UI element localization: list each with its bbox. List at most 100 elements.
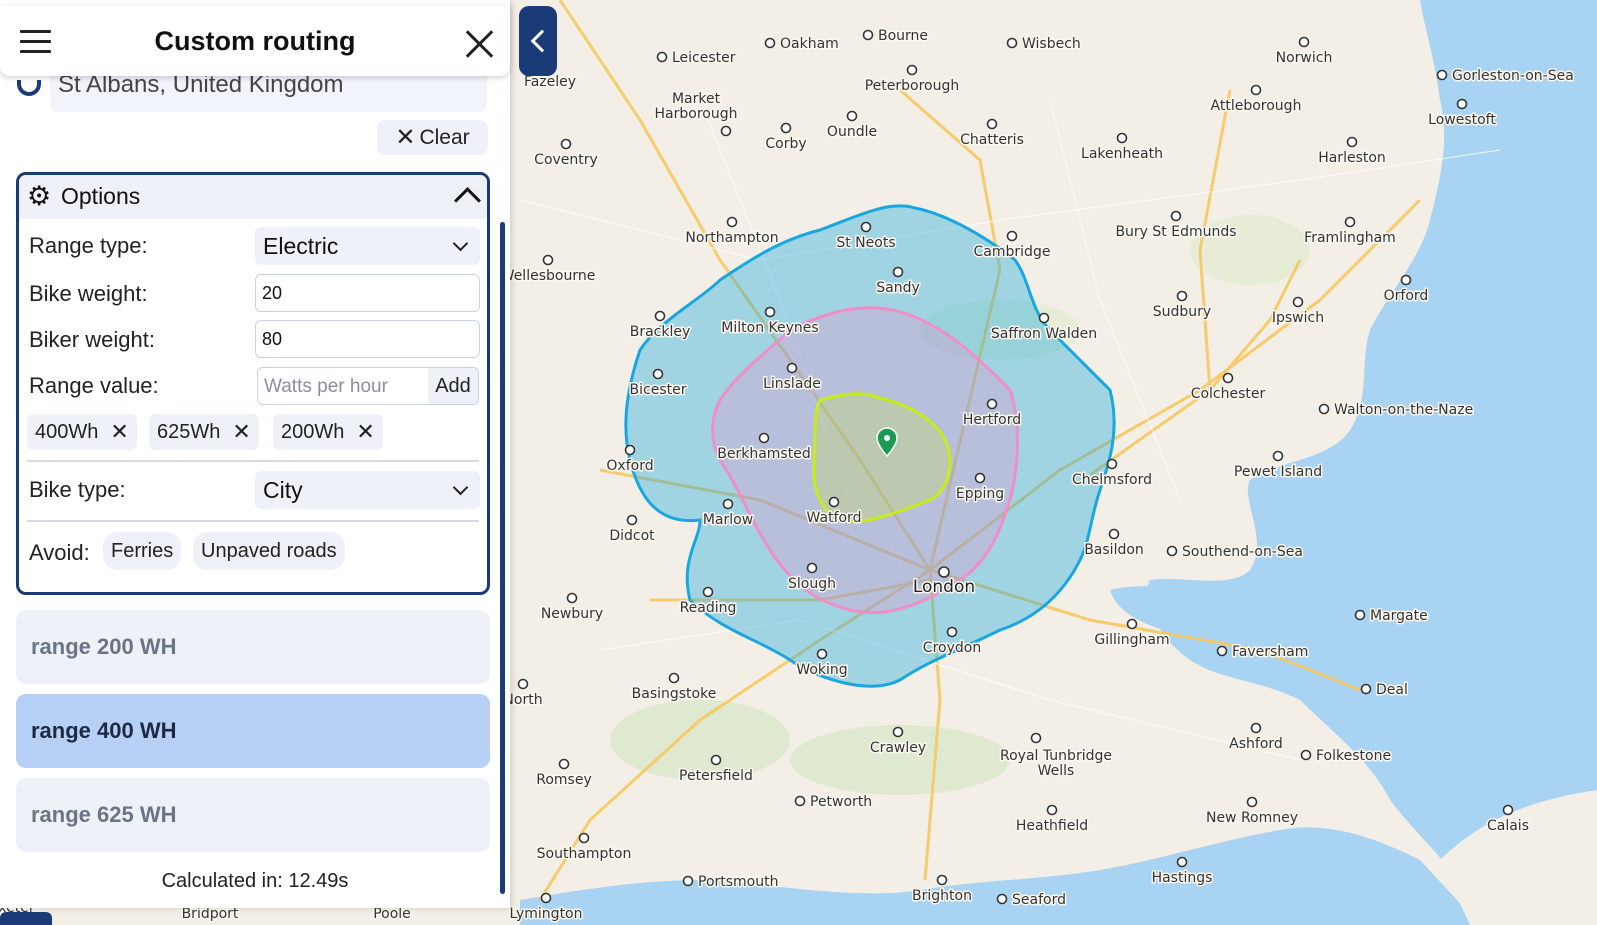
biker-weight-input[interactable]: 80 — [255, 320, 480, 358]
svg-text:Basildon: Basildon — [1084, 542, 1144, 558]
avoid-ferries-chip[interactable]: Ferries — [103, 532, 182, 570]
svg-text:Bourne: Bourne — [878, 28, 928, 44]
svg-text:Colchester: Colchester — [1191, 386, 1266, 402]
result-range-400[interactable]: range 400 WH — [16, 694, 490, 768]
range-value-label: Range value: — [29, 373, 159, 398]
svg-text:Saffron Walden: Saffron Walden — [991, 326, 1097, 342]
bottom-tab[interactable] — [0, 912, 52, 925]
svg-text:Slough: Slough — [788, 576, 836, 592]
svg-text:Norwich: Norwich — [1276, 50, 1333, 66]
map-place-portsmouth: Portsmouth — [682, 873, 780, 892]
svg-text:Wellesbourne: Wellesbourne — [501, 268, 596, 284]
svg-text:Woking: Woking — [796, 662, 847, 678]
svg-text:Oundle: Oundle — [827, 124, 877, 140]
calculation-time: Calculated in: 12.49s — [161, 870, 349, 892]
svg-text:Bicester: Bicester — [630, 382, 687, 398]
svg-text:Oxford: Oxford — [606, 458, 653, 474]
svg-text:Linslade: Linslade — [763, 376, 821, 392]
svg-text:Ipswich: Ipswich — [1272, 310, 1324, 326]
svg-text:Peterborough: Peterborough — [865, 78, 960, 94]
chevron-down-icon — [452, 235, 469, 252]
svg-text:Heathfield: Heathfield — [1016, 818, 1088, 834]
collapse-panel-button[interactable] — [519, 6, 557, 76]
svg-text:Ashford: Ashford — [1229, 736, 1283, 752]
svg-text:Basingstoke: Basingstoke — [632, 686, 717, 702]
range-value-placeholder: Watts per hour — [264, 376, 388, 397]
svg-text:Berkhamsted: Berkhamsted — [717, 446, 810, 462]
map-place-walton-on-the-naze: Walton-on-the-Naze — [1318, 401, 1475, 420]
svg-text:Faversham: Faversham — [1232, 644, 1308, 660]
svg-text:Coventry: Coventry — [534, 152, 598, 168]
avoid-unpaved-chip[interactable]: Unpaved roads — [193, 532, 345, 570]
bike-type-select[interactable]: City — [255, 471, 480, 509]
svg-text:Framlingham: Framlingham — [1304, 230, 1396, 246]
svg-text:Oakham: Oakham — [780, 36, 839, 52]
panel-header: Custom routing — [0, 6, 510, 76]
divider — [27, 460, 479, 462]
svg-text:Newbury: Newbury — [541, 606, 603, 622]
range-chip: 625Wh ✕ — [149, 414, 259, 450]
svg-text:Lakenheath: Lakenheath — [1081, 146, 1163, 162]
svg-text:Gorleston-on-Sea: Gorleston-on-Sea — [1452, 68, 1574, 84]
svg-text:Crawley: Crawley — [870, 740, 926, 756]
svg-text:Wisbech: Wisbech — [1022, 36, 1081, 52]
svg-text:Brighton: Brighton — [912, 888, 972, 904]
svg-text:Milton Keynes: Milton Keynes — [721, 320, 818, 336]
waypoint-icon — [17, 80, 41, 96]
svg-text:Didcot: Didcot — [609, 528, 655, 544]
bike-weight-label: Bike weight: — [29, 281, 148, 306]
result-range-625[interactable]: range 625 WH — [16, 778, 490, 852]
remove-chip-icon[interactable]: ✕ — [110, 414, 128, 450]
svg-text:London: London — [913, 577, 975, 597]
close-icon[interactable] — [464, 28, 494, 58]
range-type-select[interactable]: Electric — [255, 227, 480, 265]
remove-chip-icon[interactable]: ✕ — [232, 414, 250, 450]
clear-button[interactable]: ✕ Clear — [377, 120, 488, 155]
svg-text:Reading: Reading — [680, 600, 737, 616]
chevron-up-icon — [454, 187, 481, 214]
svg-text:Bridport: Bridport — [182, 906, 239, 922]
svg-text:Watford: Watford — [807, 510, 862, 526]
divider — [27, 520, 479, 522]
range-type-label: Range type: — [29, 233, 148, 258]
svg-text:Brackley: Brackley — [630, 324, 691, 340]
svg-text:Fazeley: Fazeley — [524, 74, 576, 90]
range-value-input[interactable]: Watts per hour Add — [257, 367, 479, 405]
options-toggle[interactable]: ⚙ Options — [19, 175, 487, 219]
range-chip: 200Wh ✕ — [273, 414, 383, 450]
remove-chip-icon[interactable]: ✕ — [356, 414, 374, 450]
destination-field[interactable]: St Albans, United Kingdom — [50, 72, 487, 112]
svg-text:Epping: Epping — [956, 486, 1004, 502]
options-title: Options — [61, 183, 141, 209]
bike-type-label: Bike type: — [29, 477, 126, 502]
bike-weight-input[interactable]: 20 — [255, 274, 480, 312]
gear-icon: ⚙ — [27, 181, 52, 211]
options-section: ⚙ Options Range type: Electric Bike weig… — [16, 172, 490, 595]
svg-text:Portsmouth: Portsmouth — [698, 874, 779, 890]
svg-text:Walton-on-the-Naze: Walton-on-the-Naze — [1334, 402, 1473, 418]
svg-text:Orford: Orford — [1384, 288, 1429, 304]
svg-text:Romsey: Romsey — [536, 772, 592, 788]
svg-text:Bury St Edmunds: Bury St Edmunds — [1115, 224, 1236, 240]
svg-text:Seaford: Seaford — [1012, 892, 1066, 908]
svg-text:Chatteris: Chatteris — [960, 132, 1024, 148]
panel-scrollbar[interactable] — [500, 222, 505, 894]
svg-text:Cambridge: Cambridge — [974, 244, 1051, 260]
svg-text:Chelmsford: Chelmsford — [1072, 472, 1152, 488]
svg-text:Calais: Calais — [1487, 818, 1529, 834]
range-chip: 400Wh ✕ — [27, 414, 137, 450]
svg-text:Croydon: Croydon — [923, 640, 981, 656]
avoid-label: Avoid: — [29, 540, 90, 565]
svg-text:St Neots: St Neots — [836, 235, 895, 251]
svg-text:Deal: Deal — [1376, 682, 1408, 698]
routing-panel: St Albans, United Kingdom Custom routing… — [0, 0, 510, 908]
svg-text:Lowestoft: Lowestoft — [1428, 112, 1496, 128]
map-place-faversham: Faversham — [1216, 643, 1310, 662]
add-range-button[interactable]: Add — [428, 368, 478, 404]
result-range-200[interactable]: range 200 WH — [16, 610, 490, 684]
svg-text:Hertford: Hertford — [963, 412, 1021, 428]
svg-text:Folkestone: Folkestone — [1316, 748, 1391, 764]
svg-text:Pewet Island: Pewet Island — [1234, 464, 1322, 480]
map-place-southend-on-sea: Southend-on-Sea — [1166, 543, 1304, 562]
map-place-gorleston-on-sea: Gorleston-on-Sea — [1436, 67, 1575, 86]
